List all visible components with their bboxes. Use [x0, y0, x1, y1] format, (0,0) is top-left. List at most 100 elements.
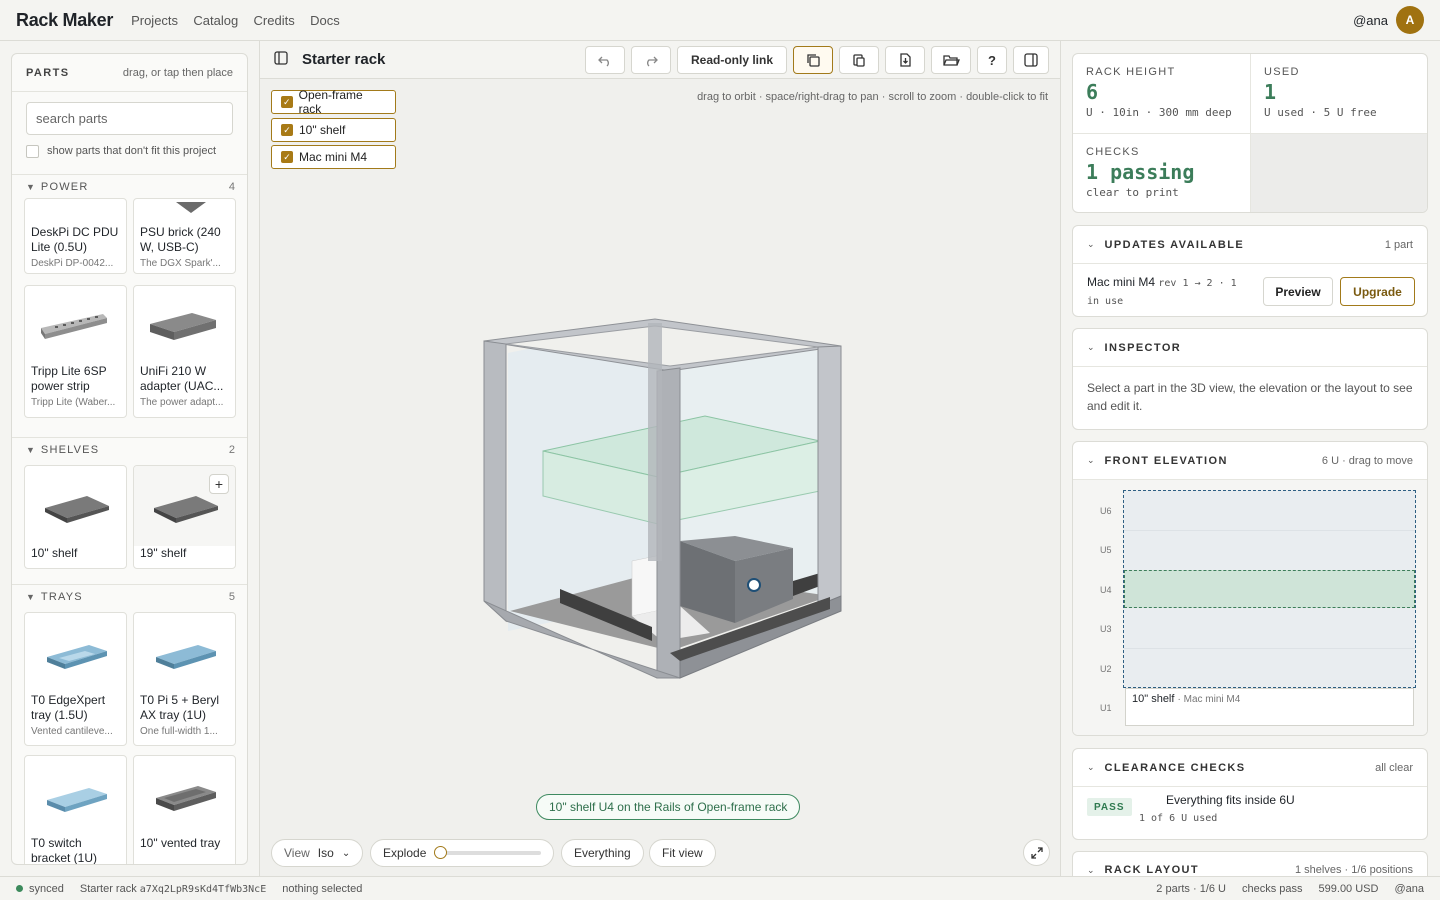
user-menu[interactable]: @ana A	[1353, 6, 1424, 34]
show-unfit-checkbox[interactable]	[26, 144, 39, 158]
view-select[interactable]: View Iso ⌄	[271, 839, 364, 867]
chevron-down-icon: ⌄	[1087, 239, 1095, 249]
part-title: T0 switch bracket (1U)	[31, 836, 98, 865]
project-info: Starter rack a7Xq2LpR9sKd4TfWb3NcE	[80, 883, 266, 895]
top-bar: Rack Maker Projects Catalog Credits Docs…	[0, 0, 1440, 41]
part-title: T0 Pi 5 + Beryl AX tray (1U)	[140, 693, 220, 722]
avatar[interactable]: A	[1396, 6, 1424, 34]
section-power[interactable]: ▼ POWER 4	[12, 174, 247, 198]
inspector-panel: ⌄ INSPECTOR Select a part in the 3D view…	[1072, 328, 1428, 430]
chevron-down-icon: ▼	[26, 591, 35, 602]
view-value: Iso	[317, 846, 334, 860]
elevation-hint: 6 U · drag to move	[1321, 454, 1413, 467]
footer-user: @ana	[1394, 882, 1424, 895]
stat-value: 1	[1264, 80, 1277, 104]
part-title: DeskPi DC PDU Lite (0.5U)	[31, 225, 119, 254]
part-card-psu-brick[interactable]: PSU brick (240 W, USB-C) The DGX Spark'.…	[133, 198, 236, 274]
show-unfit-toggle[interactable]: show parts that don't fit this project	[26, 144, 233, 158]
slot-device-label: · Mac mini M4	[1177, 694, 1241, 705]
tray-thumb-icon	[156, 645, 216, 669]
chevron-down-icon: ⌄	[341, 847, 351, 859]
update-item-rev: rev 1 → 2 · 1	[1158, 278, 1237, 289]
unit-label: U3	[1100, 624, 1112, 634]
footer-parts: 2 parts · 1/6 U	[1156, 882, 1226, 895]
elevation-title: FRONT ELEVATION	[1104, 454, 1228, 467]
nav-catalog[interactable]: Catalog	[193, 13, 238, 28]
part-card-vented-tray[interactable]: 10" vented tray	[133, 755, 236, 864]
viewport-3d[interactable]: Starter rack Read-only link ? ✓ Open-fra…	[259, 41, 1061, 876]
updates-header[interactable]: ⌄ UPDATES AVAILABLE 1 part	[1073, 226, 1427, 264]
unit-label: U6	[1100, 506, 1112, 516]
part-card-edgexpert-tray[interactable]: T0 EdgeXpert tray (1.5U) Vented cantilev…	[24, 612, 127, 746]
clearance-detail: 1 of 6 U used	[1139, 813, 1218, 824]
section-trays[interactable]: ▼ TRAYS 5	[12, 584, 247, 608]
unit-label: U4	[1100, 585, 1112, 595]
device-slot-u1[interactable]: 10" shelf · Mac mini M4	[1125, 688, 1414, 726]
explode-slider[interactable]: Explode	[370, 839, 554, 867]
elevation-header[interactable]: ⌄ FRONT ELEVATION 6 U · drag to move	[1073, 442, 1427, 480]
fullscreen-button[interactable]	[1023, 839, 1050, 866]
updates-title: UPDATES AVAILABLE	[1104, 238, 1245, 251]
rack-layout-header[interactable]: ⌄ RACK LAYOUT 1 shelves · 1/6 positions	[1073, 852, 1427, 876]
inspector-header[interactable]: ⌄ INSPECTOR	[1073, 329, 1427, 367]
chevron-down-icon: ▼	[26, 444, 35, 455]
rack-layout-title: RACK LAYOUT	[1104, 864, 1199, 876]
clearance-header[interactable]: ⌄ CLEARANCE CHECKS all clear	[1073, 749, 1427, 787]
part-title: 10" vented tray	[140, 836, 221, 850]
part-subtitle: The power adapt...	[140, 397, 224, 408]
part-title: T0 EdgeXpert tray (1.5U)	[31, 693, 106, 722]
stat-detail: U used · 5 U free	[1264, 106, 1377, 119]
stat-rack-height: RACK HEIGHT 6 U · 10in · 300 mm deep	[1073, 54, 1251, 134]
stat-checks: CHECKS 1 passing clear to print	[1073, 134, 1251, 212]
sync-label: synced	[29, 882, 64, 895]
part-card-deskpi-pdu[interactable]: DeskPi DC PDU Lite (0.5U) DeskPi DP-0042…	[24, 198, 127, 274]
section-power-label: POWER	[40, 180, 89, 193]
shelf-slot-u4[interactable]	[1124, 570, 1415, 608]
part-card-tripp-lite[interactable]: Tripp Lite 6SP power strip Tripp Lite (W…	[24, 285, 127, 418]
search-input[interactable]: search parts	[26, 102, 233, 135]
fit-view-button[interactable]: Fit view	[649, 839, 716, 867]
clearance-title: CLEARANCE CHECKS	[1104, 761, 1246, 774]
section-shelves-count: 2	[228, 443, 235, 456]
footer-project: Starter rack	[79, 882, 137, 895]
part-card-19-shelf[interactable]: + 19" shelf	[133, 465, 236, 569]
part-card-10-shelf[interactable]: 10" shelf	[24, 465, 127, 569]
part-subtitle: DeskPi DP-0042...	[31, 258, 114, 269]
upgrade-button[interactable]: Upgrade	[1340, 277, 1415, 306]
part-title: Tripp Lite 6SP power strip	[31, 364, 107, 393]
update-item-name: Mac mini M4	[1087, 275, 1156, 289]
nav-projects[interactable]: Projects	[131, 13, 178, 28]
adapter-thumb-icon	[150, 313, 216, 340]
part-title: 10" shelf	[31, 546, 78, 560]
nav-credits[interactable]: Credits	[254, 13, 295, 28]
explode-thumb[interactable]	[434, 846, 448, 859]
everything-button[interactable]: Everything	[561, 839, 644, 867]
chevron-down-icon: ⌄	[1087, 762, 1095, 772]
footer-hash[interactable]: a7Xq2LpR9sKd4TfWb3NcE	[140, 884, 266, 895]
brand-logo[interactable]: Rack Maker	[16, 10, 113, 31]
elevation-canvas[interactable]: U6 U5 U4 U3 U2 U1 10" shelf · Mac mini M…	[1073, 480, 1427, 735]
sync-dot-icon	[16, 884, 23, 892]
part-card-pi5-tray[interactable]: T0 Pi 5 + Beryl AX tray (1U) One full-wi…	[133, 612, 236, 746]
add-part-button[interactable]: +	[209, 474, 229, 494]
shelf-slot-region[interactable]	[1123, 490, 1416, 688]
section-shelves[interactable]: ▼ SHELVES 2	[12, 437, 247, 461]
explode-label: Explode	[383, 846, 427, 860]
part-card-switch-bracket[interactable]: T0 switch bracket (1U)	[24, 755, 127, 865]
explode-track[interactable]	[434, 846, 541, 859]
view-label: View	[284, 846, 310, 860]
clearance-panel: ⌄ CLEARANCE CHECKS all clear PASS Everyt…	[1072, 748, 1428, 840]
rack-layout-summary: 1 shelves · 1/6 positions	[1294, 864, 1413, 876]
front-elevation-panel: ⌄ FRONT ELEVATION 6 U · drag to move U6 …	[1072, 441, 1428, 736]
preview-button[interactable]: Preview	[1263, 277, 1333, 306]
chevron-down-icon: ⌄	[1087, 864, 1095, 875]
part-subtitle: The DGX Spark'...	[140, 258, 221, 269]
part-card-unifi-adapter[interactable]: UniFi 210 W adapter (UAC... The power ad…	[133, 285, 236, 418]
stat-detail: clear to print	[1086, 186, 1179, 199]
chevron-down-icon: ⌄	[1087, 342, 1095, 352]
inspector-title: INSPECTOR	[1104, 341, 1182, 354]
stat-used: USED 1 U used · 5 U free	[1251, 54, 1427, 134]
rack-3d-render[interactable]	[260, 41, 1062, 801]
footer-selection: nothing selected	[282, 882, 363, 895]
nav-docs[interactable]: Docs	[310, 13, 340, 28]
